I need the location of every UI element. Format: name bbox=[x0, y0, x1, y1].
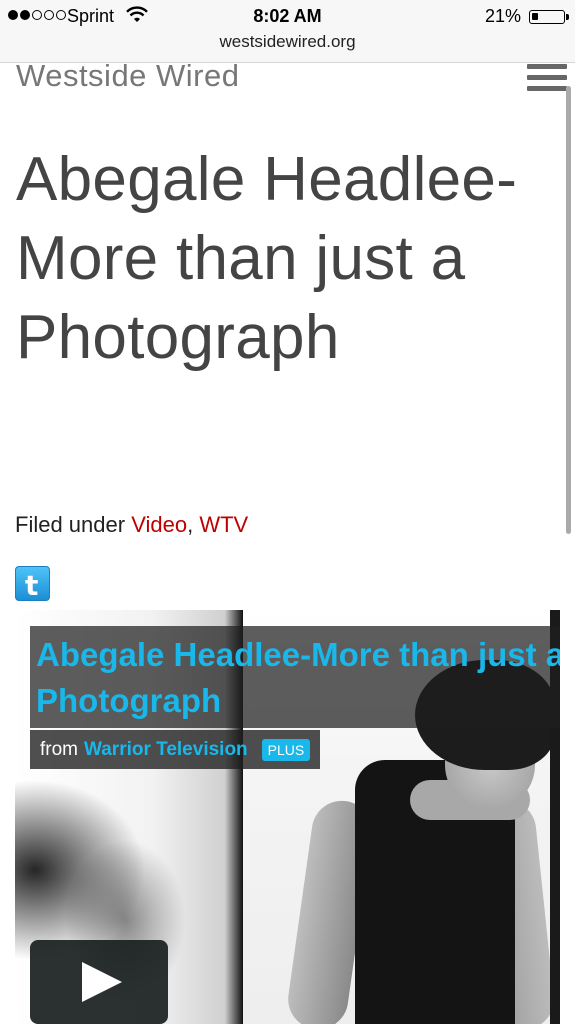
hamburger-menu-icon[interactable] bbox=[527, 64, 567, 94]
battery-icon bbox=[529, 10, 569, 24]
video-player[interactable]: Abegale Headlee-More than just a Photogr… bbox=[15, 610, 560, 1024]
status-bar: Sprint 8:02 AM 21% bbox=[0, 4, 575, 30]
twitter-icon[interactable]: t bbox=[15, 566, 50, 602]
video-title-overlay[interactable]: Abegale Headlee-More than just a Photogr… bbox=[30, 626, 560, 728]
browser-chrome: Sprint 8:02 AM 21% westsidewired.org bbox=[0, 0, 575, 63]
video-title[interactable]: Abegale Headlee-More than just a Photogr… bbox=[36, 632, 560, 724]
play-button[interactable] bbox=[30, 940, 168, 1024]
channel-link[interactable]: Warrior Television bbox=[84, 739, 248, 761]
category-link-wtv[interactable]: WTV bbox=[199, 512, 248, 537]
scroll-indicator bbox=[566, 86, 571, 534]
article-headline: Abegale Headlee-More than just a Photogr… bbox=[16, 145, 518, 372]
site-title[interactable]: Westside Wired bbox=[16, 58, 240, 94]
battery-percent: 21% bbox=[484, 6, 521, 26]
from-label: from bbox=[40, 738, 78, 760]
filed-under-label: Filed under bbox=[15, 512, 126, 537]
category-link-video[interactable]: Video bbox=[131, 512, 187, 537]
address-bar[interactable]: westsidewired.org bbox=[0, 32, 575, 52]
plus-badge: PLUS bbox=[261, 738, 311, 761]
filed-under: Filed under Video, WTV bbox=[15, 512, 249, 537]
video-byline: from Warrior Television PLUS bbox=[30, 730, 321, 769]
play-icon bbox=[82, 962, 122, 1002]
